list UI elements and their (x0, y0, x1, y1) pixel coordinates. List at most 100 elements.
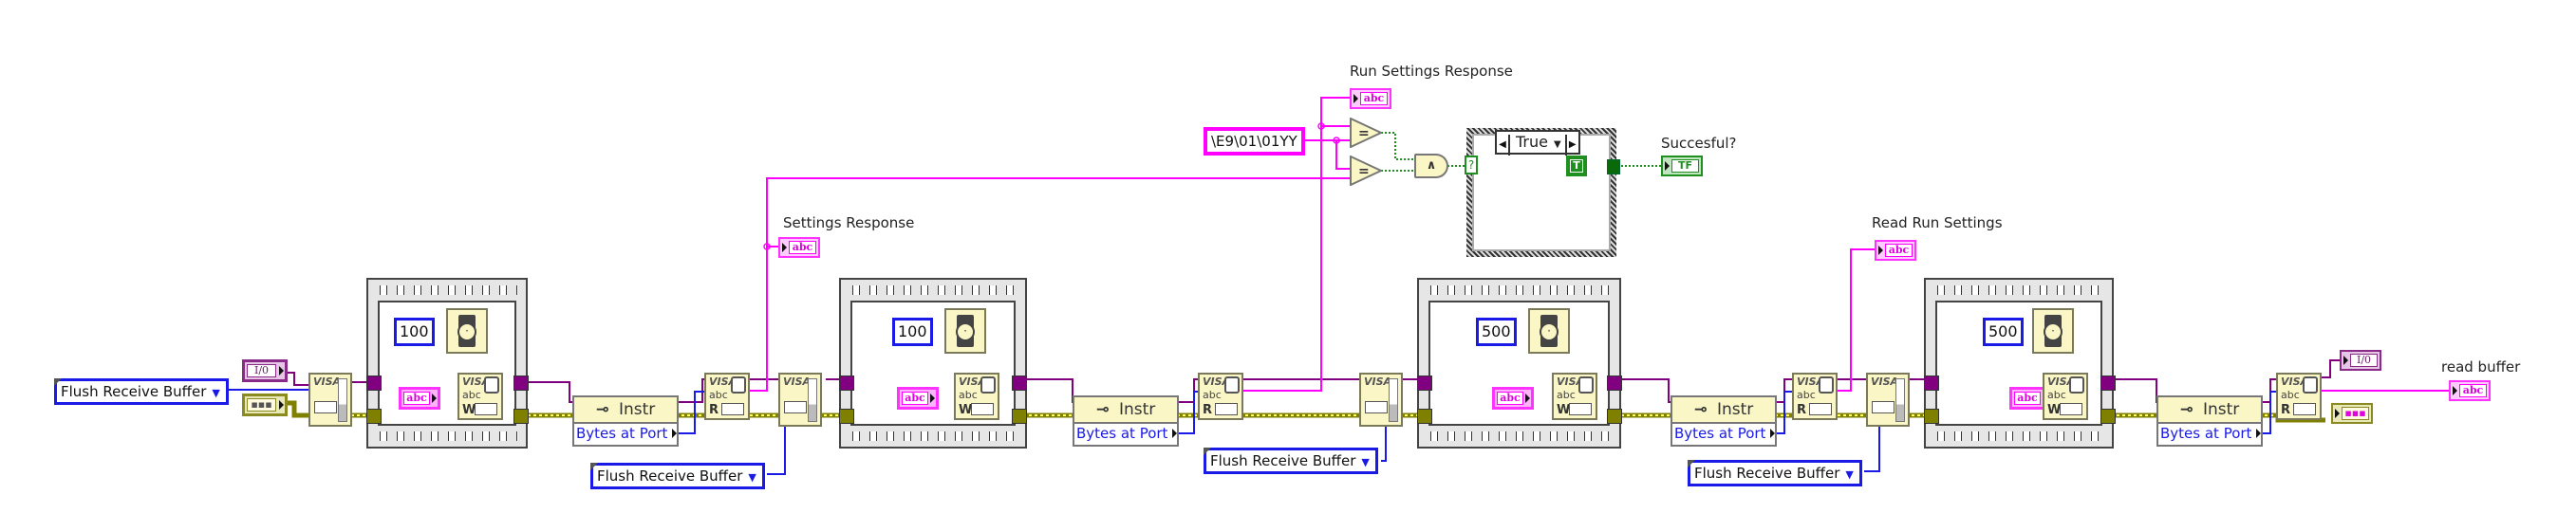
sequence-tunnel-io (366, 376, 382, 391)
visa-flush-buffer-node-4[interactable]: VISA (1866, 373, 1910, 427)
wait-ms-timer-icon[interactable] (944, 308, 986, 354)
dropdown-arrow-icon[interactable]: ▼ (212, 387, 219, 399)
wait-ms-timer-icon[interactable] (1528, 308, 1570, 354)
visa-write-node-4[interactable]: VISA abc W (2043, 373, 2088, 420)
flat-sequence-frame-2 (839, 278, 1027, 449)
timeout-clock-icon (2303, 376, 2318, 394)
wait-ms-constant-1[interactable]: 100 (394, 318, 435, 346)
equal-function-1[interactable]: = (1350, 118, 1382, 148)
dropdown-arrow-icon[interactable]: ▼ (1845, 468, 1853, 481)
sequence-tunnel-error (366, 409, 382, 424)
error-in-control[interactable]: ▪▪▪ (242, 394, 288, 416)
buffer-slider-icon (1389, 378, 1398, 422)
visa-resource-icon (784, 401, 807, 413)
expected-string-constant[interactable]: \E9\01\01YY (1204, 127, 1305, 156)
read-run-settings-indicator[interactable]: abc (1875, 240, 1916, 261)
visa-node-label: VISA (313, 376, 342, 388)
sequence-tunnel-io (2100, 376, 2116, 391)
property-key-icon: ⊸ (1095, 400, 1110, 419)
write-string-constant-1[interactable]: abc (399, 387, 440, 410)
wait-ms-timer-icon[interactable] (2032, 308, 2074, 354)
wait-ms-constant-2[interactable]: 100 (892, 318, 933, 346)
sequence-tunnel-error (1607, 409, 1622, 424)
sequence-tunnel-error (2100, 409, 2116, 424)
next-case-arrow-icon[interactable]: ▶ (1564, 135, 1578, 156)
sequence-tunnel-io (1012, 376, 1027, 391)
flush-mask-constant-1[interactable]: Flush Receive Buffer ▼ (54, 378, 229, 405)
visa-read-node-4[interactable]: VISA abc R (2276, 373, 2322, 420)
wait-ms-constant-4[interactable]: 500 (1983, 318, 2024, 346)
visa-read-node-2[interactable]: VISA abc R (1198, 373, 1243, 420)
succesful-indicator[interactable]: TF (1661, 156, 1703, 176)
dropdown-arrow-icon[interactable]: ▼ (1554, 139, 1561, 150)
property-bytes-at-port[interactable]: Bytes at Port (2160, 424, 2261, 443)
timeout-clock-icon (484, 376, 499, 394)
flat-sequence-frame-1 (366, 278, 528, 449)
visa-resource-icon (1365, 401, 1388, 413)
property-key-icon: ⊸ (2179, 400, 2193, 419)
timeout-clock-icon (1224, 376, 1240, 394)
timeout-clock-icon (731, 376, 746, 394)
property-node-2[interactable]: ⊸ Instr Bytes at Port (1073, 395, 1179, 447)
visa-write-node-1[interactable]: VISA abc W (457, 373, 503, 420)
visa-flush-buffer-node-3[interactable]: VISA (1359, 373, 1403, 427)
io-glyph: I/0 (247, 364, 276, 377)
run-settings-response-label: Run Settings Response (1350, 63, 1513, 80)
visa-resource-icon (314, 401, 337, 413)
flush-mask-constant-4[interactable]: Flush Receive Buffer ▼ (1688, 460, 1862, 486)
timeout-clock-icon (1819, 376, 1834, 394)
visa-write-node-3[interactable]: VISA abc W (1552, 373, 1597, 420)
visa-resource-icon (971, 403, 994, 415)
film-holes (376, 285, 518, 295)
and-function[interactable]: ∧ (1414, 154, 1448, 178)
wait-ms-timer-icon[interactable] (446, 308, 488, 354)
case-selector[interactable]: ◀ True ▼ ▶ (1495, 130, 1580, 156)
property-bytes-at-port[interactable]: Bytes at Port (1076, 424, 1177, 443)
visa-resource-icon (1569, 403, 1592, 415)
wait-ms-constant-3[interactable]: 500 (1476, 318, 1517, 346)
visa-resource-icon (1872, 401, 1895, 413)
property-key-icon: ⊸ (595, 400, 609, 419)
equal-function-2[interactable]: = (1350, 156, 1382, 186)
sequence-tunnel-io (839, 376, 854, 391)
error-cluster-icon: ▪▪▪ (247, 398, 276, 412)
buffer-slider-icon (1895, 378, 1905, 422)
visa-flush-buffer-node-2[interactable]: VISA (778, 373, 822, 427)
write-string-constant-2[interactable]: abc (897, 387, 939, 410)
property-bytes-at-port[interactable]: Bytes at Port (1674, 424, 1775, 443)
visa-write-node-2[interactable]: VISA abc W (954, 373, 999, 420)
flush-mask-constant-2[interactable]: Flush Receive Buffer ▼ (590, 463, 765, 489)
prev-case-arrow-icon[interactable]: ◀ (1497, 135, 1510, 156)
property-node-4[interactable]: ⊸ Instr Bytes at Port (2156, 395, 2263, 447)
property-node-3[interactable]: ⊸ Instr Bytes at Port (1671, 395, 1777, 447)
property-node-1[interactable]: ⊸ Instr Bytes at Port (572, 395, 679, 447)
timeout-clock-icon (2069, 376, 2084, 394)
timeout-clock-icon (1578, 376, 1594, 394)
visa-resource-icon (2293, 403, 2316, 415)
visa-resource-control[interactable]: I/0 (242, 359, 288, 382)
visa-read-node-3[interactable]: VISA abc R (1792, 373, 1838, 420)
read-run-settings-label: Read Run Settings (1872, 214, 2003, 231)
sequence-tunnel-error (1417, 409, 1432, 424)
error-out-indicator[interactable]: ▪▪▪ (2331, 403, 2373, 424)
equal-symbol: = (1358, 126, 1370, 141)
sequence-tunnel-error (513, 409, 529, 424)
property-bytes-at-port[interactable]: Bytes at Port (576, 424, 677, 443)
flush-mask-constant-3[interactable]: Flush Receive Buffer ▼ (1204, 448, 1378, 474)
dropdown-arrow-icon[interactable]: ▼ (748, 471, 756, 484)
case-selector-terminal: ? (1465, 156, 1478, 174)
read-buffer-indicator[interactable]: abc (2449, 380, 2491, 401)
settings-response-indicator[interactable]: abc (778, 237, 820, 258)
true-constant[interactable]: T (1566, 156, 1587, 176)
dropdown-arrow-icon[interactable]: ▼ (1361, 456, 1369, 468)
flush-mask-value: Flush Receive Buffer (61, 383, 207, 400)
write-string-constant-3[interactable]: abc (1492, 387, 1534, 410)
sequence-tunnel-io (1417, 376, 1432, 391)
equal-symbol: = (1358, 164, 1370, 179)
visa-read-node-1[interactable]: VISA abc R (704, 373, 750, 420)
visa-flush-buffer-node-1[interactable]: VISA (308, 373, 352, 427)
visa-resource-out-indicator[interactable]: I/0 (2340, 350, 2381, 371)
buffer-slider-icon (338, 378, 347, 422)
run-settings-response-indicator[interactable]: abc (1350, 88, 1391, 109)
sequence-tunnel-error (1924, 409, 1939, 424)
